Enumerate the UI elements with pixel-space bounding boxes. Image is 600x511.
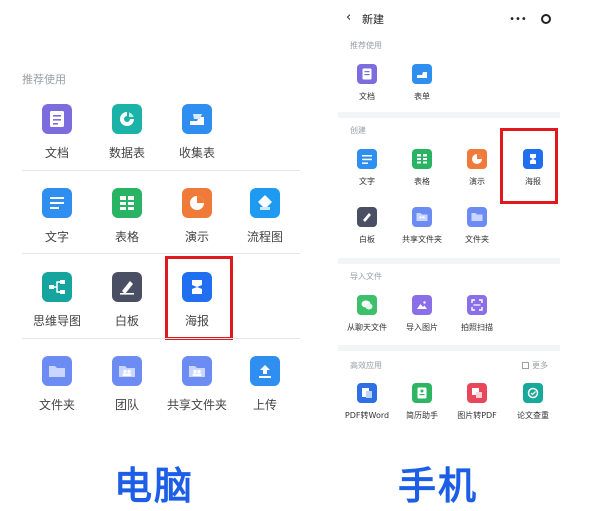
grid-icon bbox=[522, 362, 529, 369]
m-item-slides[interactable]: 演示 bbox=[452, 149, 502, 187]
whiteboard-icon bbox=[112, 272, 142, 302]
section-label-import: 导入文件 bbox=[350, 272, 382, 281]
m-item-resume[interactable]: 简历助手 bbox=[397, 383, 447, 421]
m-item-text[interactable]: 文字 bbox=[342, 149, 392, 187]
item-mindmap[interactable]: 思维导图 bbox=[22, 272, 92, 329]
m-item-table[interactable]: 表格 bbox=[397, 149, 447, 187]
m-item-pdf-word[interactable]: PDF转Word bbox=[342, 383, 392, 421]
m-item-form[interactable]: 表单 bbox=[397, 64, 447, 102]
m-item-shared-folder[interactable]: 共享文件夹 bbox=[397, 207, 447, 245]
section-label-recommended: 推荐使用 bbox=[350, 41, 382, 50]
highlight-box bbox=[165, 256, 233, 340]
close-target-icon[interactable] bbox=[540, 14, 551, 24]
section-divider bbox=[338, 112, 560, 118]
section-label-efficiency: 高效应用 bbox=[350, 361, 382, 370]
mobile-panel: ‹ 新建 ••• 推荐使用 文档 表单 创建 文字 表格 演示 海报 白板 共享… bbox=[330, 0, 564, 440]
m-item-paper-check[interactable]: 论文查重 bbox=[508, 383, 558, 421]
m-item-whiteboard[interactable]: 白板 bbox=[342, 207, 392, 245]
flowchart-icon bbox=[250, 188, 280, 218]
item-team[interactable]: 团队 bbox=[92, 356, 162, 413]
slides-icon bbox=[182, 188, 212, 218]
m-item-doc[interactable]: 文档 bbox=[342, 64, 392, 102]
table-icon bbox=[412, 149, 432, 169]
pdf-word-icon bbox=[357, 383, 377, 403]
item-slides[interactable]: 演示 bbox=[162, 188, 232, 245]
mindmap-icon bbox=[42, 272, 72, 302]
item-upload[interactable]: 上传 bbox=[230, 356, 300, 413]
item-table[interactable]: 表格 bbox=[92, 188, 162, 245]
text-icon bbox=[357, 149, 377, 169]
folder-icon bbox=[467, 207, 487, 227]
form-icon bbox=[412, 64, 432, 84]
paper-check-icon bbox=[523, 383, 543, 403]
table-icon bbox=[112, 188, 142, 218]
image-icon bbox=[412, 295, 432, 315]
desktop-panel: 推荐使用 文档 数据表 收集表 文字 表格 演示 流程图 思维导图 白板 海报 … bbox=[0, 0, 316, 511]
item-text[interactable]: 文字 bbox=[22, 188, 92, 245]
divider bbox=[22, 338, 300, 339]
item-whiteboard[interactable]: 白板 bbox=[92, 272, 162, 329]
resume-icon bbox=[412, 383, 432, 403]
scan-icon bbox=[467, 295, 487, 315]
section-label-recommended: 推荐使用 bbox=[22, 73, 66, 86]
more-link[interactable]: 更多 bbox=[522, 360, 548, 371]
item-doc[interactable]: 文档 bbox=[22, 104, 92, 161]
item-database[interactable]: 数据表 bbox=[92, 104, 162, 161]
upload-icon bbox=[250, 356, 280, 386]
shared-folder-icon bbox=[182, 356, 212, 386]
back-icon[interactable]: ‹ bbox=[346, 10, 351, 25]
item-folder[interactable]: 文件夹 bbox=[22, 356, 92, 413]
section-divider bbox=[338, 258, 560, 264]
chat-icon bbox=[357, 295, 377, 315]
m-item-image[interactable]: 导入图片 bbox=[397, 295, 447, 333]
shared-folder-icon bbox=[412, 207, 432, 227]
m-item-folder[interactable]: 文件夹 bbox=[452, 207, 502, 245]
form-icon bbox=[182, 104, 212, 134]
team-icon bbox=[112, 356, 142, 386]
caption-mobile: 手机 bbox=[398, 464, 479, 508]
m-item-chat[interactable]: 从聊天文件 bbox=[342, 295, 392, 333]
doc-icon bbox=[357, 64, 377, 84]
text-icon bbox=[42, 188, 72, 218]
more-dots-icon[interactable]: ••• bbox=[509, 14, 527, 25]
image-pdf-icon bbox=[467, 383, 487, 403]
m-item-image-pdf[interactable]: 图片转PDF bbox=[452, 383, 502, 421]
divider bbox=[22, 170, 300, 171]
highlight-box bbox=[500, 128, 558, 204]
m-item-scan[interactable]: 拍照扫描 bbox=[452, 295, 502, 333]
item-shared-folder[interactable]: 共享文件夹 bbox=[162, 356, 232, 413]
item-form[interactable]: 收集表 bbox=[162, 104, 232, 161]
folder-icon bbox=[42, 356, 72, 386]
slides-icon bbox=[467, 149, 487, 169]
whiteboard-icon bbox=[357, 207, 377, 227]
page-title: 新建 bbox=[362, 13, 384, 26]
doc-icon bbox=[42, 104, 72, 134]
database-icon bbox=[112, 104, 142, 134]
divider bbox=[22, 253, 300, 254]
caption-desktop: 电脑 bbox=[114, 464, 195, 508]
section-divider bbox=[338, 345, 560, 351]
mini-program-capsule[interactable]: ••• bbox=[502, 8, 558, 30]
item-flowchart[interactable]: 流程图 bbox=[230, 188, 300, 245]
mobile-header: ‹ 新建 ••• bbox=[330, 0, 564, 36]
section-label-create: 创建 bbox=[350, 126, 366, 135]
